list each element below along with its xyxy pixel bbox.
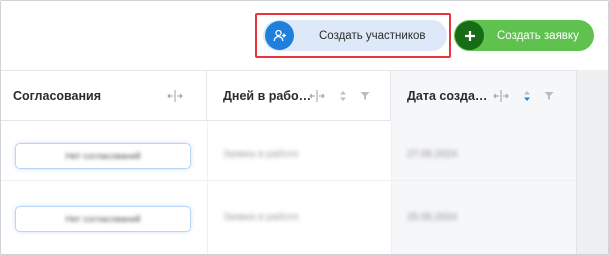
- sort-icon[interactable]: [338, 88, 348, 104]
- vertical-scrollbar[interactable]: [576, 70, 608, 254]
- resize-icon[interactable]: [493, 88, 509, 104]
- column-title: Дата созда…: [407, 89, 488, 103]
- approval-status-text: Нет согласований: [65, 151, 141, 161]
- created-date-cell: 27.05.2024: [407, 149, 458, 160]
- app-window: Создать участников Создать заявку Соглас…: [0, 0, 609, 255]
- column-header-days-in-work[interactable]: Дней в рабо…: [207, 71, 391, 121]
- table-row[interactable]: Нет согласований Заявка в работе 27.05.2…: [1, 121, 576, 181]
- requests-table: Согласования Дней в рабо… Дата созда… Не…: [1, 70, 608, 254]
- create-request-button[interactable]: Создать заявку: [454, 20, 594, 51]
- column-title: Согласования: [13, 89, 102, 103]
- add-user-icon: [265, 21, 294, 50]
- sort-desc-icon[interactable]: [522, 88, 532, 104]
- resize-icon[interactable]: [167, 88, 183, 104]
- column-title: Дней в рабо…: [223, 89, 312, 103]
- created-date-cell: 25.05.2024: [407, 212, 458, 223]
- create-participants-label: Создать участников: [319, 29, 426, 42]
- approval-status-badge[interactable]: Нет согласований: [15, 206, 191, 232]
- column-header-approvals[interactable]: Согласования: [1, 71, 207, 121]
- approval-status-text: Нет согласований: [65, 214, 141, 224]
- column-header-created-date[interactable]: Дата созда…: [391, 71, 581, 121]
- table-header: Согласования Дней в рабо… Дата созда…: [1, 70, 608, 121]
- create-request-label: Создать заявку: [497, 29, 579, 42]
- approval-status-badge[interactable]: Нет согласований: [15, 143, 191, 169]
- days-in-work-cell: Заявка в работе: [223, 149, 299, 160]
- table-row[interactable]: Нет согласований Заявка в работе 25.05.2…: [1, 181, 576, 241]
- filter-icon[interactable]: [360, 88, 370, 104]
- create-participants-button[interactable]: Создать участников: [263, 20, 447, 51]
- filter-icon[interactable]: [544, 88, 554, 104]
- plus-icon: [455, 21, 484, 50]
- resize-icon[interactable]: [309, 88, 325, 104]
- days-in-work-cell: Заявка в работе: [223, 212, 299, 223]
